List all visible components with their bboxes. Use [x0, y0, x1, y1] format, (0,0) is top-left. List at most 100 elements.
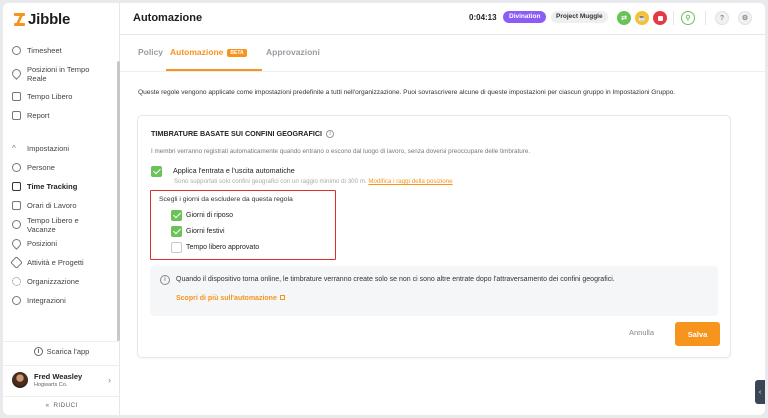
- sidebar-item-activities-projects[interactable]: Attività e Progetti: [3, 253, 117, 272]
- collapse-label: RIDUCI: [53, 402, 78, 409]
- external-link-icon: [279, 295, 285, 300]
- avatar: [12, 371, 28, 388]
- org-badge[interactable]: Divination: [503, 11, 547, 23]
- exclude-approved-time-off-option[interactable]: Tempo libero approvato: [171, 242, 259, 253]
- option-label: Giorni festivi: [186, 228, 225, 235]
- sidebar-item-people[interactable]: Persone: [3, 158, 117, 177]
- geofence-card: TIMBRATURE BASATE SUI CONFINI GEOGRAFICI…: [137, 115, 731, 358]
- edit-radius-link[interactable]: Modifica i raggi della posizione: [368, 178, 452, 185]
- sidebar-item-time-off[interactable]: Tempo Libero: [3, 87, 117, 106]
- chevron-right-icon: ›: [108, 374, 111, 385]
- tab-automation[interactable]: Automazione BETA: [166, 47, 266, 71]
- plug-icon: [12, 296, 21, 305]
- section-title-text: TIMBRATURE BASATE SUI CONFINI GEOGRAFICI: [151, 129, 323, 138]
- save-button[interactable]: Salva: [675, 322, 720, 346]
- sidebar-item-settings[interactable]: ^ Impostazioni: [3, 139, 117, 158]
- auto-clock-hint: Sono supportati solo confini geografici …: [174, 178, 453, 185]
- help-button[interactable]: ?: [715, 11, 729, 25]
- sidebar-item-time-off-holidays[interactable]: Tempo Libero e Vacanze: [3, 215, 117, 234]
- time-tracking-icon: [12, 182, 21, 191]
- option-label: Tempo libero approvato: [186, 244, 260, 251]
- sidebar-item-label: Persone: [27, 163, 55, 172]
- switch-icon: ⇄: [621, 15, 627, 22]
- beta-badge: BETA: [227, 49, 247, 57]
- tab-label: Automazione: [170, 47, 224, 57]
- section-title: TIMBRATURE BASATE SUI CONFINI GEOGRAFICI…: [151, 129, 335, 138]
- calendar-icon: [12, 92, 21, 101]
- user-name: Fred Weasley: [34, 371, 83, 381]
- project-badge[interactable]: Project Muggle: [551, 11, 608, 23]
- sidebar-item-label: Organizzazione: [27, 277, 80, 286]
- help-icon: ?: [719, 14, 725, 22]
- learn-more-label: Scopri di più sull'automazione: [176, 295, 277, 302]
- info-icon[interactable]: i: [326, 129, 335, 138]
- sidebar: Jibble Timesheet Posizioni in Tempo Real…: [3, 3, 120, 415]
- sidebar-item-label: Posizioni: [27, 239, 58, 248]
- sidebar-item-label: Tempo Libero: [27, 92, 73, 101]
- jibble-logo-icon: [14, 13, 25, 26]
- clock-in-status-button[interactable]: ⚲: [681, 11, 695, 25]
- approved-time-off-checkbox[interactable]: [171, 242, 182, 253]
- sidebar-item-integrations[interactable]: Integrazioni: [3, 291, 117, 310]
- download-icon: [33, 347, 43, 356]
- tab-approvals[interactable]: Approvazioni: [266, 47, 336, 71]
- sidebar-item-report[interactable]: Report: [3, 106, 117, 125]
- learn-more-link[interactable]: Scopri di più sull'automazione: [176, 295, 285, 302]
- tabs: Policy Automazione BETA Approvazioni: [138, 47, 336, 71]
- section-description: I membri verranno registrati automaticam…: [151, 148, 531, 155]
- download-label: Scarica l'app: [46, 347, 90, 356]
- auto-clock-hint-text: Sono supportati solo confini geografici …: [174, 178, 367, 185]
- auto-clock-label: Applica l'entrata e l'uscita automatiche: [173, 166, 295, 175]
- stop-timer-button[interactable]: [653, 11, 667, 25]
- main-content: Policy Automazione BETA Approvazioni Ques…: [120, 35, 765, 415]
- user-org: Hogwarts Co.: [34, 381, 68, 388]
- sidebar-item-label: Integrazioni: [27, 296, 66, 305]
- settings-button[interactable]: ⚙: [738, 11, 752, 25]
- switch-activity-button[interactable]: ⇄: [617, 11, 631, 25]
- sidebar-item-label: Time Tracking: [27, 182, 78, 191]
- exclude-holidays-option[interactable]: Giorni festivi: [171, 226, 225, 237]
- break-button[interactable]: ☕: [635, 11, 649, 25]
- holidays-checkbox[interactable]: [171, 226, 182, 237]
- sidebar-item-timesheet[interactable]: Timesheet: [3, 41, 117, 60]
- sidebar-item-time-tracking[interactable]: Time Tracking: [3, 177, 117, 196]
- exclude-days-title: Scegli i giorni da escludere da questa r…: [159, 196, 293, 203]
- chevron-left-icon: ‹: [758, 388, 762, 396]
- cancel-button[interactable]: Annulla: [629, 328, 654, 337]
- gear-icon: [12, 277, 21, 286]
- collapse-sidebar-button[interactable]: « RIDUCI: [3, 396, 120, 414]
- location-pin-icon: [10, 67, 23, 80]
- sidebar-item-label: Report: [27, 111, 50, 120]
- sidebar-item-label: Timesheet: [27, 46, 62, 55]
- sidebar-item-organization[interactable]: Organizzazione: [3, 272, 117, 291]
- person-running-icon: ⚲: [685, 15, 691, 22]
- sidebar-item-label: Tempo Libero e Vacanze: [27, 215, 79, 234]
- user-menu[interactable]: Fred Weasley Hogwarts Co. ›: [3, 365, 120, 393]
- app-window: Jibble Timesheet Posizioni in Tempo Real…: [3, 3, 765, 415]
- download-app-button[interactable]: Scarica l'app: [3, 341, 120, 361]
- double-chevron-left-icon: «: [45, 402, 50, 409]
- auto-clock-checkbox[interactable]: [151, 166, 162, 177]
- sidebar-nav: Timesheet Posizioni in Tempo Reale Tempo…: [3, 41, 117, 310]
- tab-label: Approvazioni: [266, 47, 320, 57]
- people-icon: [12, 163, 21, 172]
- side-panel-toggle[interactable]: ‹: [755, 380, 765, 404]
- holiday-icon: [12, 220, 21, 229]
- sidebar-item-live-locations[interactable]: Posizioni in Tempo Reale: [3, 60, 117, 87]
- coffee-icon: ☕: [637, 15, 647, 22]
- logo[interactable]: Jibble: [14, 11, 70, 28]
- info-icon: i: [160, 275, 170, 285]
- sidebar-item-label: Posizioni in Tempo Reale: [27, 64, 90, 83]
- sidebar-item-work-schedules[interactable]: Orari di Lavoro: [3, 196, 117, 215]
- sidebar-item-locations[interactable]: Posizioni: [3, 234, 117, 253]
- note-text: Quando il dispositivo torna online, le t…: [176, 276, 615, 283]
- tab-policy[interactable]: Policy: [138, 47, 170, 71]
- auto-clock-toggle[interactable]: Applica l'entrata e l'uscita automatiche: [151, 166, 295, 177]
- rest-days-checkbox[interactable]: [171, 210, 182, 221]
- report-icon: [12, 111, 21, 120]
- sidebar-item-label: Orari di Lavoro: [27, 201, 77, 210]
- exclude-rest-days-option[interactable]: Giorni di riposo: [171, 210, 233, 221]
- clock-icon: [12, 46, 21, 55]
- sidebar-item-label: Impostazioni: [27, 144, 70, 153]
- info-note: i Quando il dispositivo torna online, le…: [150, 266, 718, 316]
